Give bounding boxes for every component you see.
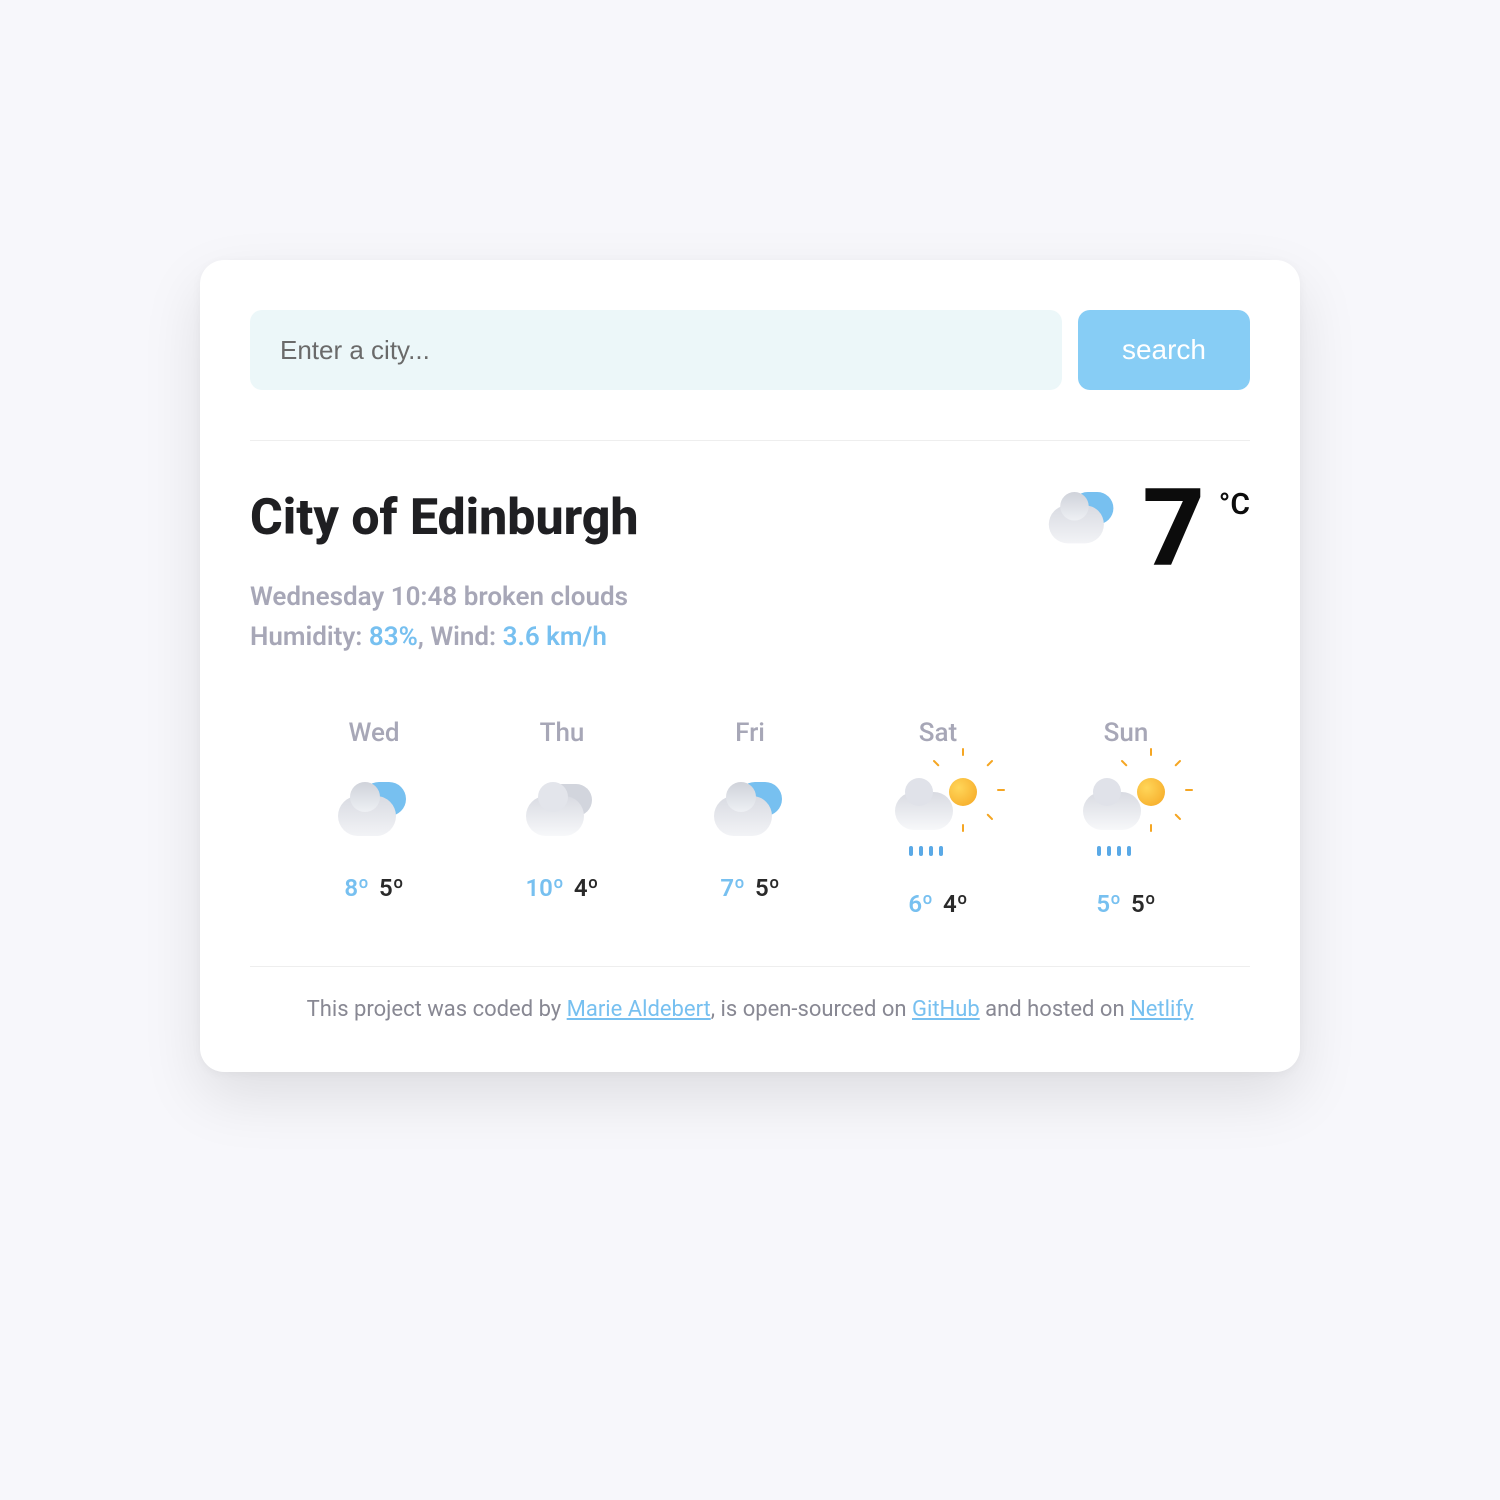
forecast-day: Thu 10º 4º	[468, 718, 656, 918]
sun-rain-icon	[1081, 778, 1171, 856]
forecast-day-low: 4º	[943, 890, 968, 918]
forecast-day: Fri 7º 5º	[656, 718, 844, 918]
forecast-day-low: 4º	[574, 874, 599, 902]
forecast-day-temps: 7º 5º	[656, 874, 844, 902]
humidity-label: Humidity:	[250, 622, 362, 652]
forecast-day-high: 8º	[344, 874, 369, 902]
forecast-day-name: Sun	[1032, 718, 1220, 748]
current-temp: 7	[1143, 481, 1201, 578]
current-details: Wednesday 10:48 broken clouds Humidity: …	[250, 577, 639, 658]
city-name: City of Edinburgh	[250, 489, 639, 547]
broken-clouds-icon	[332, 778, 416, 840]
netlify-link[interactable]: Netlify	[1130, 997, 1193, 1022]
forecast-day-name: Fri	[656, 718, 844, 748]
author-link[interactable]: Marie Aldebert	[567, 997, 711, 1022]
broken-clouds-icon	[1043, 488, 1123, 547]
forecast-day-name: Thu	[468, 718, 656, 748]
forecast-row: Wed 8º 5º Thu 10º 4º Fri 7º 5º Sat 6º 4º Sun 5º 5º	[250, 678, 1250, 967]
current-datetime: Wednesday 10:48	[250, 582, 457, 612]
forecast-day-low: 5º	[755, 874, 780, 902]
forecast-day-name: Sat	[844, 718, 1032, 748]
forecast-day-temps: 10º 4º	[468, 874, 656, 902]
search-row: search	[250, 310, 1250, 441]
forecast-day-high: 7º	[720, 874, 745, 902]
current-temp-unit: °C	[1219, 487, 1250, 522]
footer: This project was coded by Marie Aldebert…	[250, 967, 1250, 1022]
forecast-day-high: 6º	[908, 890, 933, 918]
forecast-day: Sun 5º 5º	[1032, 718, 1220, 918]
overcast-clouds-icon	[520, 778, 604, 840]
search-input[interactable]	[250, 310, 1062, 390]
forecast-day: Wed 8º 5º	[280, 718, 468, 918]
forecast-day-low: 5º	[379, 874, 404, 902]
search-button[interactable]: search	[1078, 310, 1250, 390]
broken-clouds-icon	[708, 778, 792, 840]
forecast-day-high: 10º	[525, 874, 563, 902]
current-humidity-wind: Humidity: 83%, Wind: 3.6 km/h	[250, 617, 639, 657]
weather-card: search City of Edinburgh Wednesday 10:48…	[200, 260, 1300, 1072]
forecast-day-temps: 8º 5º	[280, 874, 468, 902]
forecast-day-low: 5º	[1131, 890, 1156, 918]
footer-pre: This project was coded by	[307, 997, 567, 1022]
forecast-day-temps: 5º 5º	[1032, 890, 1220, 918]
footer-mid1: , is open-sourced on	[711, 997, 912, 1022]
forecast-day-name: Wed	[280, 718, 468, 748]
forecast-day-temps: 6º 4º	[844, 890, 1032, 918]
forecast-day-high: 5º	[1096, 890, 1121, 918]
current-right: 7 °C	[1041, 481, 1250, 578]
current-left: City of Edinburgh Wednesday 10:48 broken…	[250, 489, 639, 658]
sun-rain-icon	[893, 778, 983, 856]
current-datetime-desc: Wednesday 10:48 broken clouds	[250, 577, 639, 617]
github-link[interactable]: GitHub	[912, 997, 980, 1022]
wind-label: , Wind:	[418, 622, 496, 652]
footer-mid2: and hosted on	[980, 997, 1130, 1022]
current-overview: City of Edinburgh Wednesday 10:48 broken…	[250, 441, 1250, 678]
forecast-day: Sat 6º 4º	[844, 718, 1032, 918]
